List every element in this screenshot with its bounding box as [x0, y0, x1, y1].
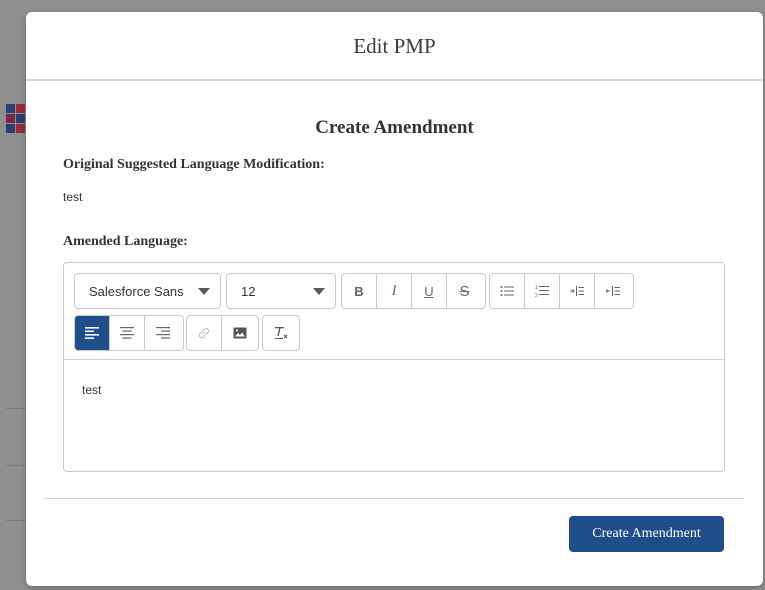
edit-pmp-modal: Edit PMP Create Amendment Original Sugge… — [26, 12, 763, 586]
align-right-button[interactable] — [145, 316, 180, 350]
editor-content[interactable]: test — [82, 383, 101, 397]
editor-toolbar: Salesforce Sans 12 B I U S 12 — [64, 263, 724, 360]
font-family-value: Salesforce Sans — [89, 283, 184, 299]
original-language-label: Original Suggested Language Modification… — [63, 157, 325, 172]
background-divider — [6, 408, 26, 409]
create-amendment-button[interactable]: Create Amendment — [569, 516, 724, 552]
font-size-select[interactable]: 12 — [226, 273, 336, 309]
align-right-icon — [155, 327, 170, 339]
underline-icon: U — [424, 283, 434, 299]
insert-button-group — [186, 315, 259, 351]
background-divider — [6, 465, 26, 466]
indent-button[interactable] — [560, 274, 595, 308]
section-title: Create Amendment — [315, 117, 474, 138]
clear-format-icon — [274, 327, 287, 339]
rich-text-editor: Salesforce Sans 12 B I U S 12 test — [63, 262, 725, 472]
bold-icon: B — [354, 283, 364, 299]
background-divider — [6, 520, 26, 521]
link-icon — [198, 327, 210, 339]
align-left-button[interactable] — [75, 316, 110, 350]
image-icon — [233, 327, 246, 339]
align-left-icon — [85, 327, 99, 339]
svg-text:2: 2 — [535, 293, 538, 298]
clear-format-button[interactable] — [263, 316, 298, 350]
strikethrough-icon: S — [459, 282, 470, 300]
chevron-down-icon — [313, 287, 325, 295]
original-language-value: test — [63, 190, 83, 204]
align-center-icon — [120, 327, 134, 339]
align-center-button[interactable] — [110, 316, 145, 350]
font-family-select[interactable]: Salesforce Sans — [74, 273, 221, 309]
align-button-group — [74, 315, 184, 351]
underline-button[interactable]: U — [412, 274, 447, 308]
outdent-icon — [605, 286, 620, 296]
chevron-down-icon — [198, 287, 210, 295]
bold-button[interactable]: B — [342, 274, 377, 308]
italic-button[interactable]: I — [377, 274, 412, 308]
footer-divider — [44, 498, 744, 499]
svg-text:1: 1 — [535, 285, 538, 291]
bullet-list-button[interactable] — [490, 274, 525, 308]
background-logo — [6, 104, 26, 138]
outdent-button[interactable] — [595, 274, 630, 308]
link-button[interactable] — [187, 316, 222, 350]
numbered-list-button[interactable]: 12 — [525, 274, 560, 308]
bullet-list-icon — [500, 286, 514, 296]
numbered-list-icon: 12 — [535, 285, 549, 298]
indent-icon — [570, 286, 584, 296]
list-button-group: 12 — [489, 273, 634, 309]
font-size-value: 12 — [241, 283, 256, 299]
clear-format-group — [262, 315, 300, 351]
italic-icon: I — [391, 282, 397, 299]
modal-title: Edit PMP — [353, 34, 436, 58]
image-button[interactable] — [222, 316, 257, 350]
amended-language-label: Amended Language: — [63, 234, 188, 249]
modal-header: Edit PMP — [26, 12, 763, 81]
strikethrough-button[interactable]: S — [447, 274, 482, 308]
format-button-group: B I U S — [341, 273, 486, 309]
